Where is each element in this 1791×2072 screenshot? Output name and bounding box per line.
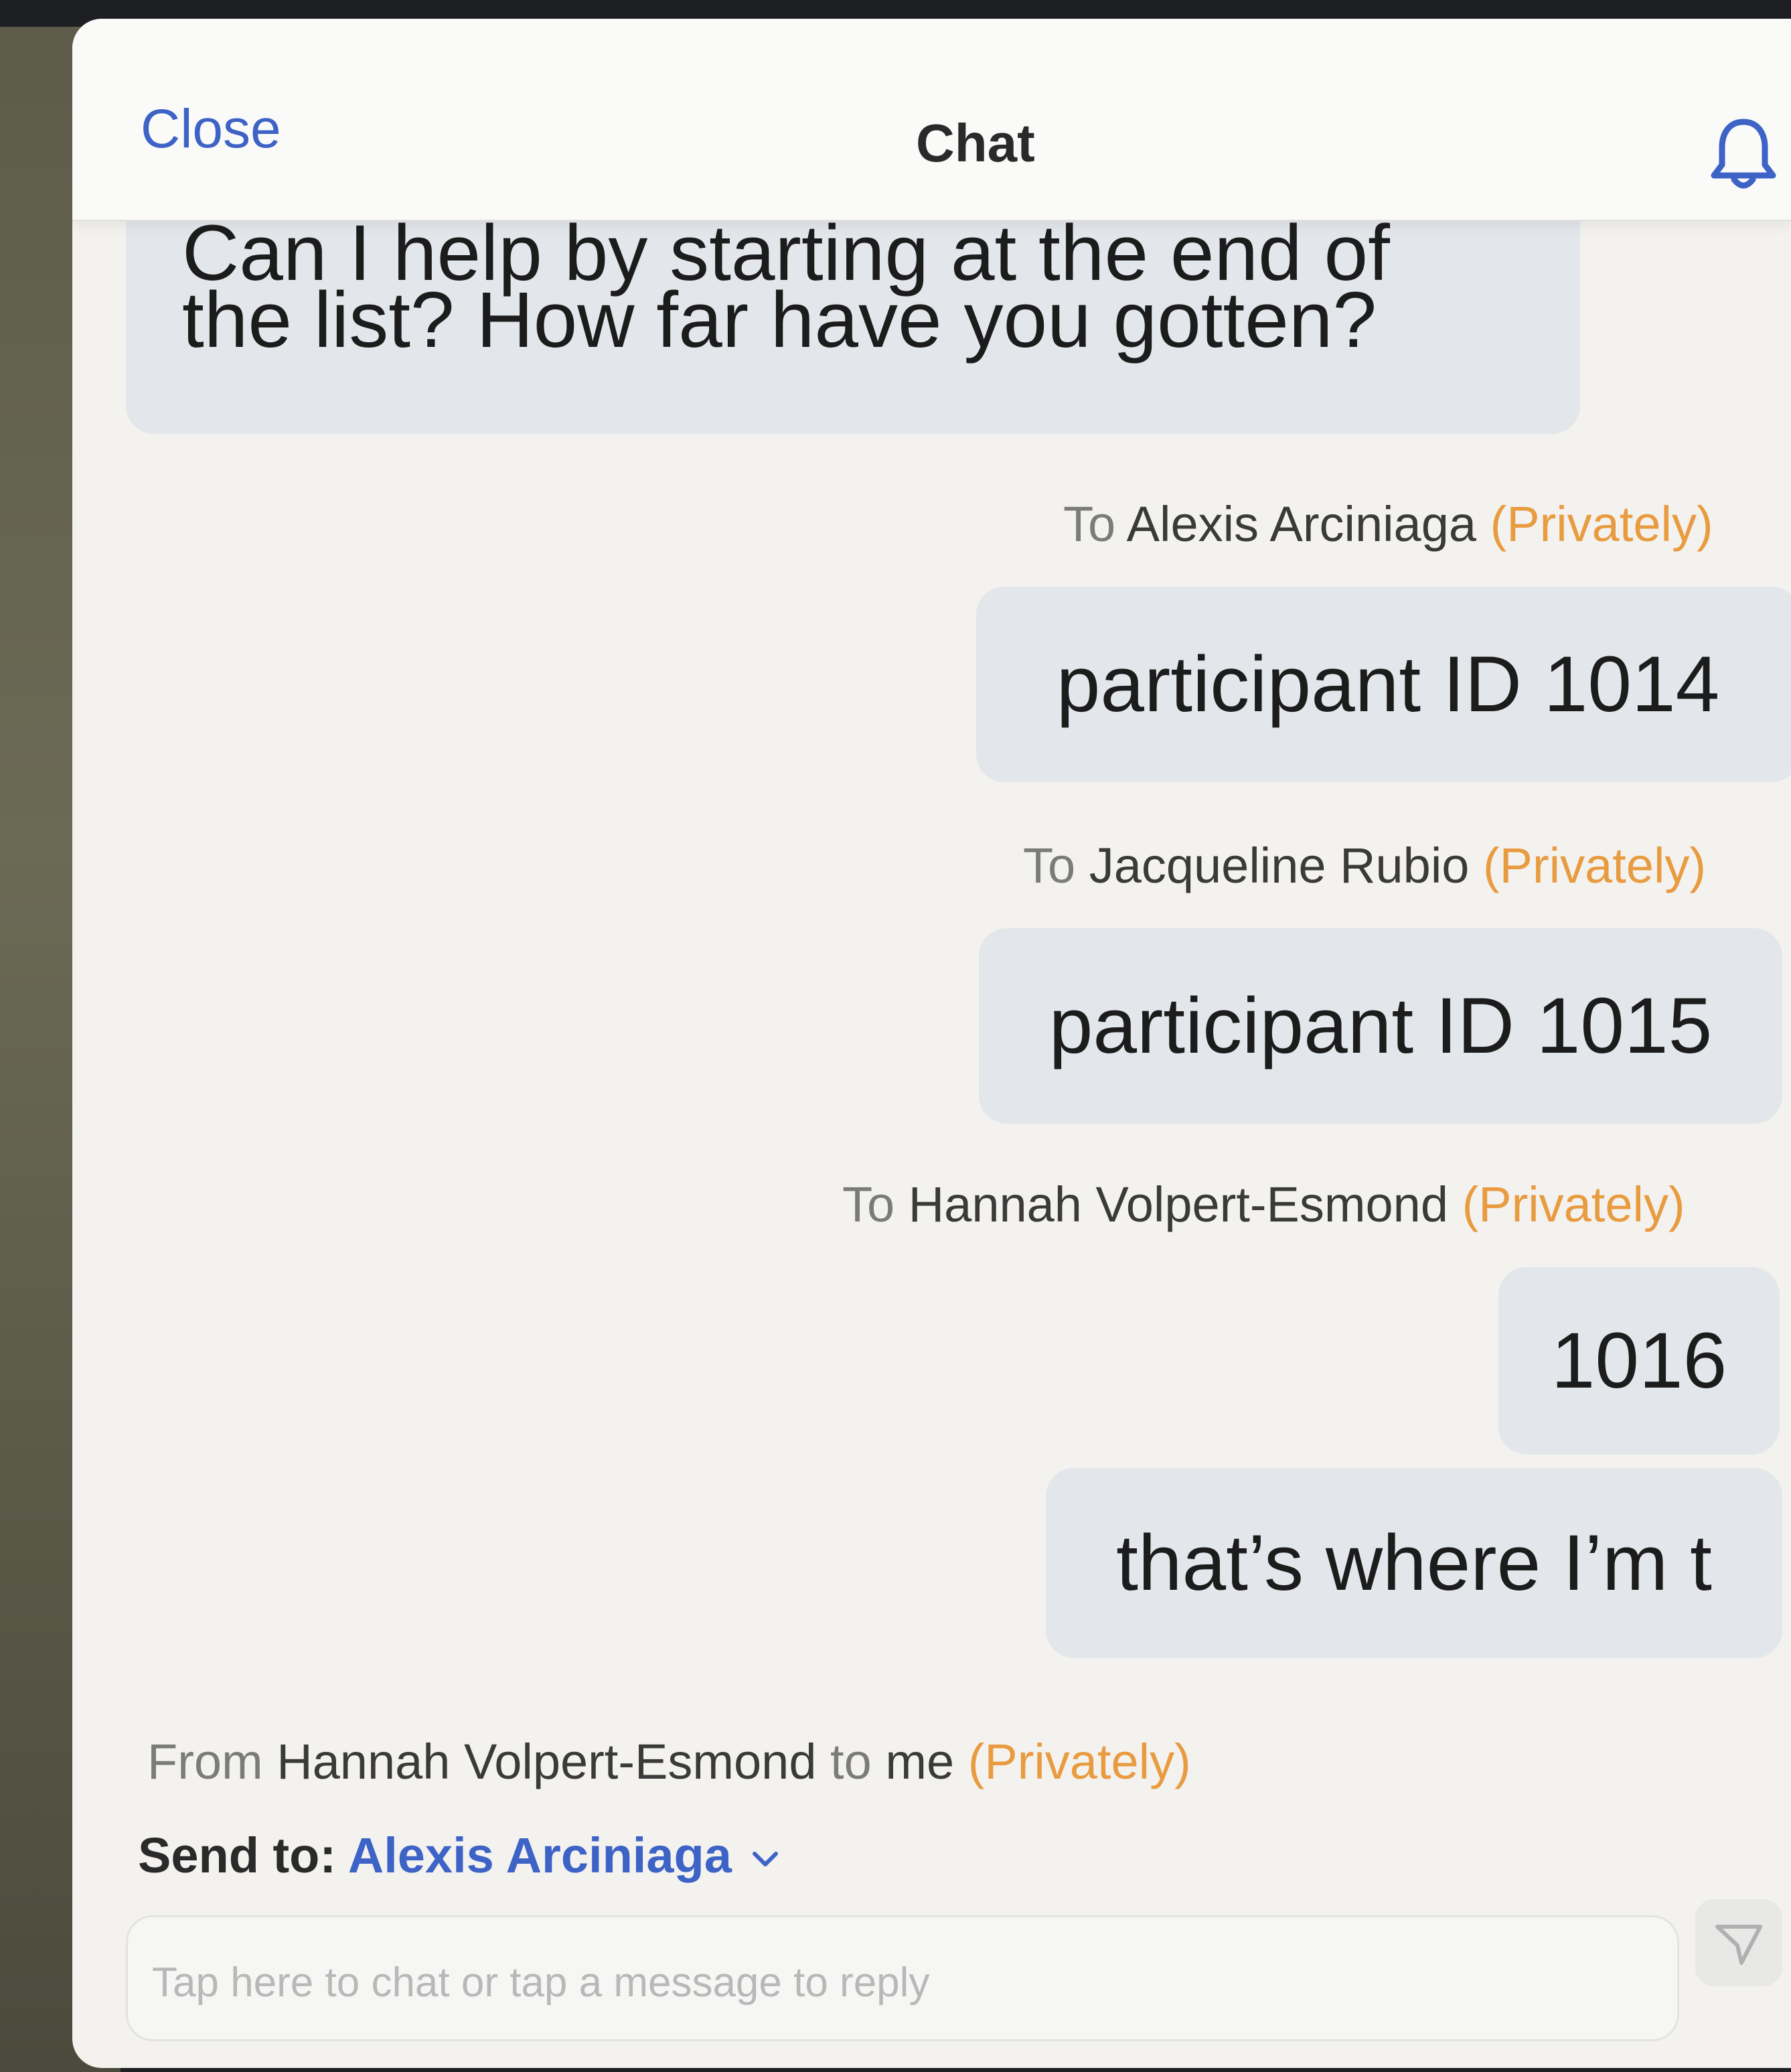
chat-panel: Close Chat Can I help by starting at the… [72,19,1791,2068]
privacy-label: (Privately) [1490,496,1713,552]
meta-prefix: To [1063,496,1127,552]
meta-recipient: Hannah Volpert-Esmond [908,1177,1448,1232]
message-bubble[interactable]: participant ID 1015 [979,928,1782,1124]
privacy-label: (Privately) [1462,1177,1685,1232]
bell-icon[interactable] [1707,113,1780,193]
meta-me: me [885,1734,955,1789]
message-meta: To Hannah Volpert-Esmond (Privately) [842,1176,1685,1233]
privacy-label: (Privately) [1483,838,1707,893]
meta-sender: Hannah Volpert-Esmond [277,1734,817,1789]
meta-recipient: Alexis Arciniaga [1126,496,1477,552]
send-icon [1715,1925,1762,1965]
chat-input[interactable]: Tap here to chat or tap a message to rep… [126,1915,1679,2041]
message-text: that’s where I’m t [1116,1519,1712,1607]
message-bubble[interactable]: 1016 [1498,1267,1780,1455]
send-to-row: Send to: Alexis Arciniaga [138,1827,780,1884]
meta-to: to [816,1734,886,1789]
page-title: Chat [916,113,1035,173]
message-text: 1016 [1551,1317,1727,1405]
message-meta: To Alexis Arciniaga (Privately) [1063,496,1713,552]
recipient-name: Alexis Arciniaga [347,1828,732,1883]
send-button[interactable] [1695,1899,1782,1986]
privacy-label: (Privately) [967,1734,1191,1789]
meta-prefix: To [842,1177,909,1232]
message-meta: To Jacqueline Rubio (Privately) [1023,837,1706,894]
message-text: participant ID 1014 [1056,640,1720,729]
chat-header: Close Chat [72,19,1791,221]
message-text: participant ID 1015 [1048,982,1713,1070]
send-to-label: Send to: [138,1828,348,1883]
meta-recipient: Jacqueline Rubio [1089,838,1470,893]
meta-prefix: From [147,1734,277,1789]
incoming-message-meta: From Hannah Volpert-Esmond to me (Privat… [147,1733,1191,1790]
close-button[interactable]: Close [141,98,281,161]
message-bubble[interactable]: participant ID 1014 [976,587,1791,782]
message-bubble[interactable]: that’s where I’m t [1046,1468,1782,1658]
recipient-dropdown[interactable]: Alexis Arciniaga [348,1828,780,1883]
chevron-down-icon [752,1852,778,1867]
meta-prefix: To [1023,838,1089,893]
